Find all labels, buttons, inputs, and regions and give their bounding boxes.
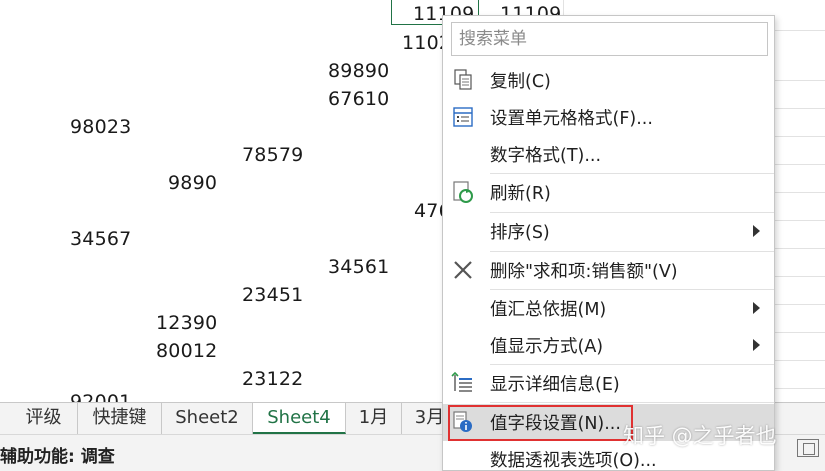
gridline xyxy=(775,108,825,109)
accessibility-status[interactable]: 辅助功能: 调查 xyxy=(0,442,115,467)
cell-value[interactable]: 67610 xyxy=(328,88,389,110)
cell-value[interactable]: 34561 xyxy=(328,256,389,278)
menu-item-label: 数字格式(T)... xyxy=(490,146,602,166)
menu-item-label: 删除"求和项:销售额"(V) xyxy=(490,262,678,282)
menu-separator xyxy=(490,402,774,403)
menu-item-copy[interactable]: 复制(C) xyxy=(443,62,774,99)
gridline xyxy=(775,164,825,165)
menu-item-label: 数据透视表选项(O)... xyxy=(490,451,657,471)
submenu-arrow-icon xyxy=(753,302,760,314)
cell-value[interactable]: 89890 xyxy=(328,60,389,82)
menu-item-show-details[interactable]: 显示详细信息(E) xyxy=(443,365,774,402)
menu-item-label: 值汇总依据(M) xyxy=(490,300,607,320)
gridline xyxy=(775,80,825,81)
gridline xyxy=(775,332,825,333)
cell-value[interactable]: 34567 xyxy=(70,228,131,250)
cell-value[interactable]: 92001 xyxy=(70,391,131,402)
tab-shortcuts[interactable]: 快捷键 xyxy=(78,403,162,434)
cell-value[interactable]: 80012 xyxy=(156,340,217,362)
format-cells-icon xyxy=(451,105,475,129)
tab-january[interactable]: 1月 xyxy=(346,403,402,434)
tab-sheet2[interactable]: Sheet2 xyxy=(162,403,253,434)
menu-item-remove-field[interactable]: 删除"求和项:销售额"(V) xyxy=(443,252,774,289)
menu-item-label: 刷新(R) xyxy=(490,184,551,204)
cell-value[interactable]: 78579 xyxy=(242,144,303,166)
menu-item-label: 显示详细信息(E) xyxy=(490,375,620,395)
menu-search-box[interactable] xyxy=(451,22,768,56)
menu-item-label: 复制(C) xyxy=(490,72,551,92)
menu-search-input[interactable] xyxy=(452,23,767,55)
menu-item-label: 设置单元格格式(F)... xyxy=(490,109,653,129)
menu-item-label: 值显示方式(A) xyxy=(490,337,604,357)
menu-item-refresh[interactable]: 刷新(R) xyxy=(443,174,774,211)
menu-item-format-cells[interactable]: 设置单元格格式(F)... xyxy=(443,99,774,136)
gridline xyxy=(775,276,825,277)
gridline xyxy=(775,304,825,305)
tab-sheet4[interactable]: Sheet4 xyxy=(253,403,346,434)
menu-item-summarize-by[interactable]: 值汇总依据(M) xyxy=(443,290,774,327)
gridline xyxy=(775,248,825,249)
menu-item-label: 排序(S) xyxy=(490,223,550,243)
gridline xyxy=(775,192,825,193)
gridline xyxy=(775,360,825,361)
delete-x-icon xyxy=(451,258,475,282)
show-details-icon xyxy=(451,371,475,395)
gridline xyxy=(775,30,825,31)
context-menu: 复制(C) 设置单元格格式(F)... 数字格式(T)... 刷新(R) 排序(… xyxy=(442,15,775,471)
gridline xyxy=(775,388,825,389)
submenu-arrow-icon xyxy=(753,339,760,351)
menu-item-number-format[interactable]: 数字格式(T)... xyxy=(443,136,774,173)
submenu-arrow-icon xyxy=(753,225,760,237)
page-layout-view-icon[interactable] xyxy=(797,439,819,457)
highlight-annotation-box xyxy=(448,405,633,441)
gridline xyxy=(775,136,825,137)
refresh-icon xyxy=(451,180,475,204)
gridline xyxy=(775,220,825,221)
menu-item-sort[interactable]: 排序(S) xyxy=(443,213,774,250)
tab-pingji[interactable]: 评级 xyxy=(10,403,78,434)
cell-value[interactable]: 23122 xyxy=(242,368,303,390)
cell-value[interactable]: 98023 xyxy=(70,116,131,138)
cell-value[interactable]: 12390 xyxy=(156,312,217,334)
menu-item-show-values-as[interactable]: 值显示方式(A) xyxy=(443,327,774,364)
copy-icon xyxy=(451,68,475,92)
cell-value[interactable]: 9890 xyxy=(168,172,217,194)
cell-value[interactable]: 23451 xyxy=(242,284,303,306)
watermark-text: 知乎 @之乎者也 xyxy=(623,424,777,448)
